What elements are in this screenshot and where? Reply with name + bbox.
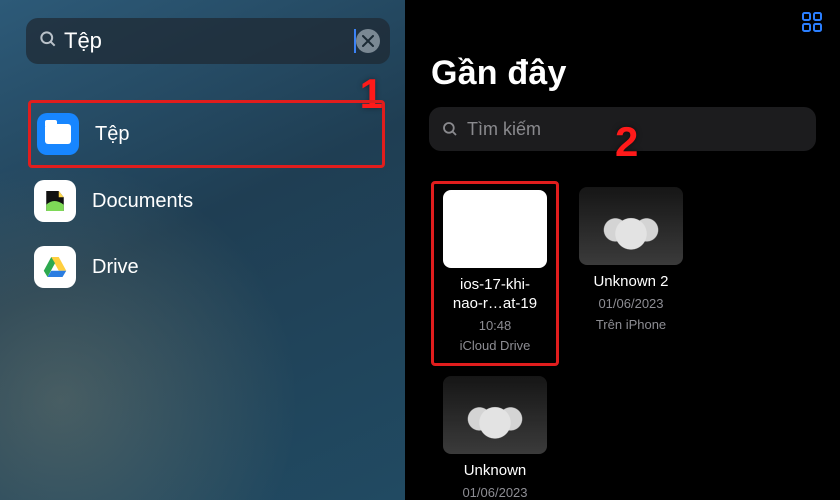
annotation-step-2: 2 [615,118,638,166]
file-thumbnail [579,187,683,265]
search-input[interactable] [58,28,358,54]
search-placeholder: Tìm kiếm [467,119,541,140]
result-label: Tệp [95,123,129,146]
tutorial-composite: Hủy 1 Tệp Documents Drive [0,0,840,500]
search-row: Hủy [0,0,405,64]
result-documents-app[interactable]: Documents [28,168,385,234]
file-location: Trên iPhone [596,317,666,334]
layout-toggle-button[interactable] [800,10,824,39]
file-time: 01/06/2023 [462,485,527,500]
file-location: iCloud Drive [460,338,531,355]
file-name: Unknown [464,462,527,481]
file-item[interactable]: Unknown 2 01/06/2023 Trên iPhone [567,181,695,366]
result-label: Drive [92,256,139,279]
recents-grid: ios-17-khi- nao-r…at-19 10:48 iCloud Dri… [405,151,840,500]
clear-search-button[interactable] [356,29,380,53]
search-icon [38,29,58,54]
search-icon [441,120,459,138]
files-app-icon [37,113,79,155]
file-item[interactable]: Unknown 01/06/2023 Trên iPhone [431,370,559,500]
grid-icon [800,10,824,34]
file-time: 01/06/2023 [598,296,663,313]
file-time: 10:48 [479,318,512,335]
file-item[interactable]: ios-17-khi- nao-r…at-19 10:48 iCloud Dri… [431,181,559,366]
documents-app-icon [34,180,76,222]
spotlight-panel: Hủy 1 Tệp Documents Drive [0,0,405,500]
spotlight-search-field[interactable] [26,18,390,64]
file-name: ios-17-khi- nao-r…at-19 [453,276,537,314]
drive-app-icon [34,246,76,288]
close-icon [362,35,374,47]
result-files-app[interactable]: Tệp [28,100,385,168]
result-label: Documents [92,190,193,213]
page-title: Gần đây [405,10,840,107]
search-results: Tệp Documents Drive [0,64,405,300]
file-thumbnail [443,376,547,454]
file-name: Unknown 2 [593,273,668,292]
files-app-panel: Gần đây Tìm kiếm 2 ios-17-khi- nao-r…at-… [405,0,840,500]
result-drive-app[interactable]: Drive [28,234,385,300]
file-thumbnail [443,190,547,268]
